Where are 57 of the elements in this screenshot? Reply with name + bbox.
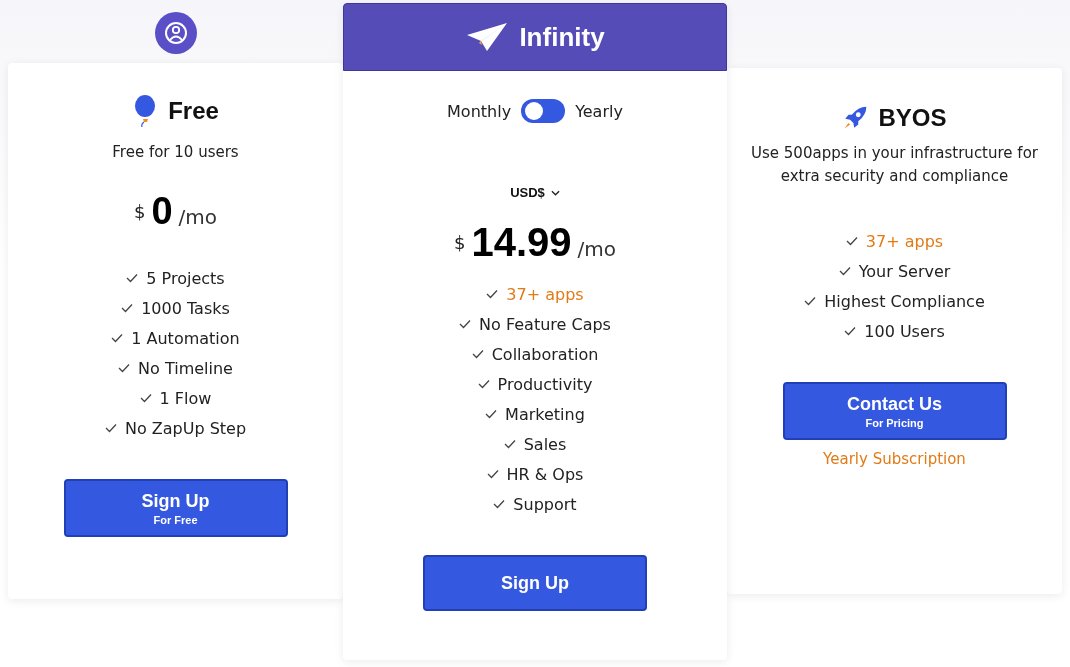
check-icon (485, 409, 498, 419)
paper-plane-icon (465, 21, 510, 53)
check-icon (111, 333, 124, 343)
feature-text: Highest Compliance (824, 291, 985, 311)
feature-text: 100 Users (864, 321, 945, 341)
feature-text: No Timeline (138, 358, 233, 378)
price-amount: 14.99 (471, 220, 572, 265)
subscription-link[interactable]: Yearly Subscription (823, 450, 966, 468)
check-icon (503, 439, 516, 449)
check-icon (471, 349, 484, 359)
check-icon (844, 326, 857, 336)
feature-text: 5 Projects (146, 268, 225, 288)
price-period: /mo (577, 237, 616, 261)
plan-description: Free for 10 users (112, 142, 239, 163)
billing-toggle[interactable] (521, 99, 566, 123)
feature-text: No Feature Caps (479, 314, 611, 334)
currency-symbol: $ (133, 201, 146, 222)
feature-text: 1000 Tasks (141, 298, 230, 318)
feature-text: Productivity (497, 374, 593, 394)
feature-text: Your Server (858, 261, 951, 281)
feature-text: 1 Automation (131, 328, 240, 348)
feature-text: Sales (523, 434, 567, 454)
plan-button[interactable]: Sign Up For Free (63, 479, 288, 537)
feature-text: Support (513, 494, 577, 514)
currency-dropdown[interactable]: USD$ (510, 185, 560, 200)
feature-text: 37+ apps (865, 231, 944, 251)
check-icon (477, 379, 490, 389)
plan-name: Free (168, 97, 219, 125)
check-icon (804, 296, 817, 306)
chevron-down-icon (550, 189, 560, 196)
plan-name: BYOS (878, 104, 947, 132)
check-icon (118, 363, 131, 373)
toggle-label: Monthly (447, 101, 512, 121)
feature-text: No ZapUp Step (124, 418, 247, 438)
check-icon (459, 319, 472, 329)
check-icon (121, 303, 134, 313)
plan-name: Infinity (519, 21, 605, 53)
price-period: /mo (178, 205, 218, 229)
feature-text: HR & Ops (506, 464, 584, 484)
feature-text: 37+ apps (506, 284, 584, 304)
feature-text: 1 Flow (159, 388, 212, 408)
feature-text: Marketing (505, 404, 585, 424)
plan-button[interactable]: Sign Up (423, 555, 647, 611)
toggle-label: Yearly (575, 101, 623, 121)
check-icon (126, 273, 139, 283)
check-icon (486, 469, 499, 479)
check-icon (493, 499, 506, 509)
check-icon (486, 289, 499, 299)
currency-symbol: $ (454, 232, 466, 253)
plan-button[interactable]: Contact Us For Pricing (782, 382, 1007, 440)
plan-description: Use 500apps in your infrastructure for extra security and compliance (750, 143, 1039, 187)
check-icon (104, 423, 117, 433)
feature-text: Collaboration (491, 344, 599, 364)
check-icon (845, 236, 858, 246)
price-amount: 0 (151, 190, 173, 233)
check-icon (838, 266, 851, 276)
check-icon (139, 393, 152, 403)
